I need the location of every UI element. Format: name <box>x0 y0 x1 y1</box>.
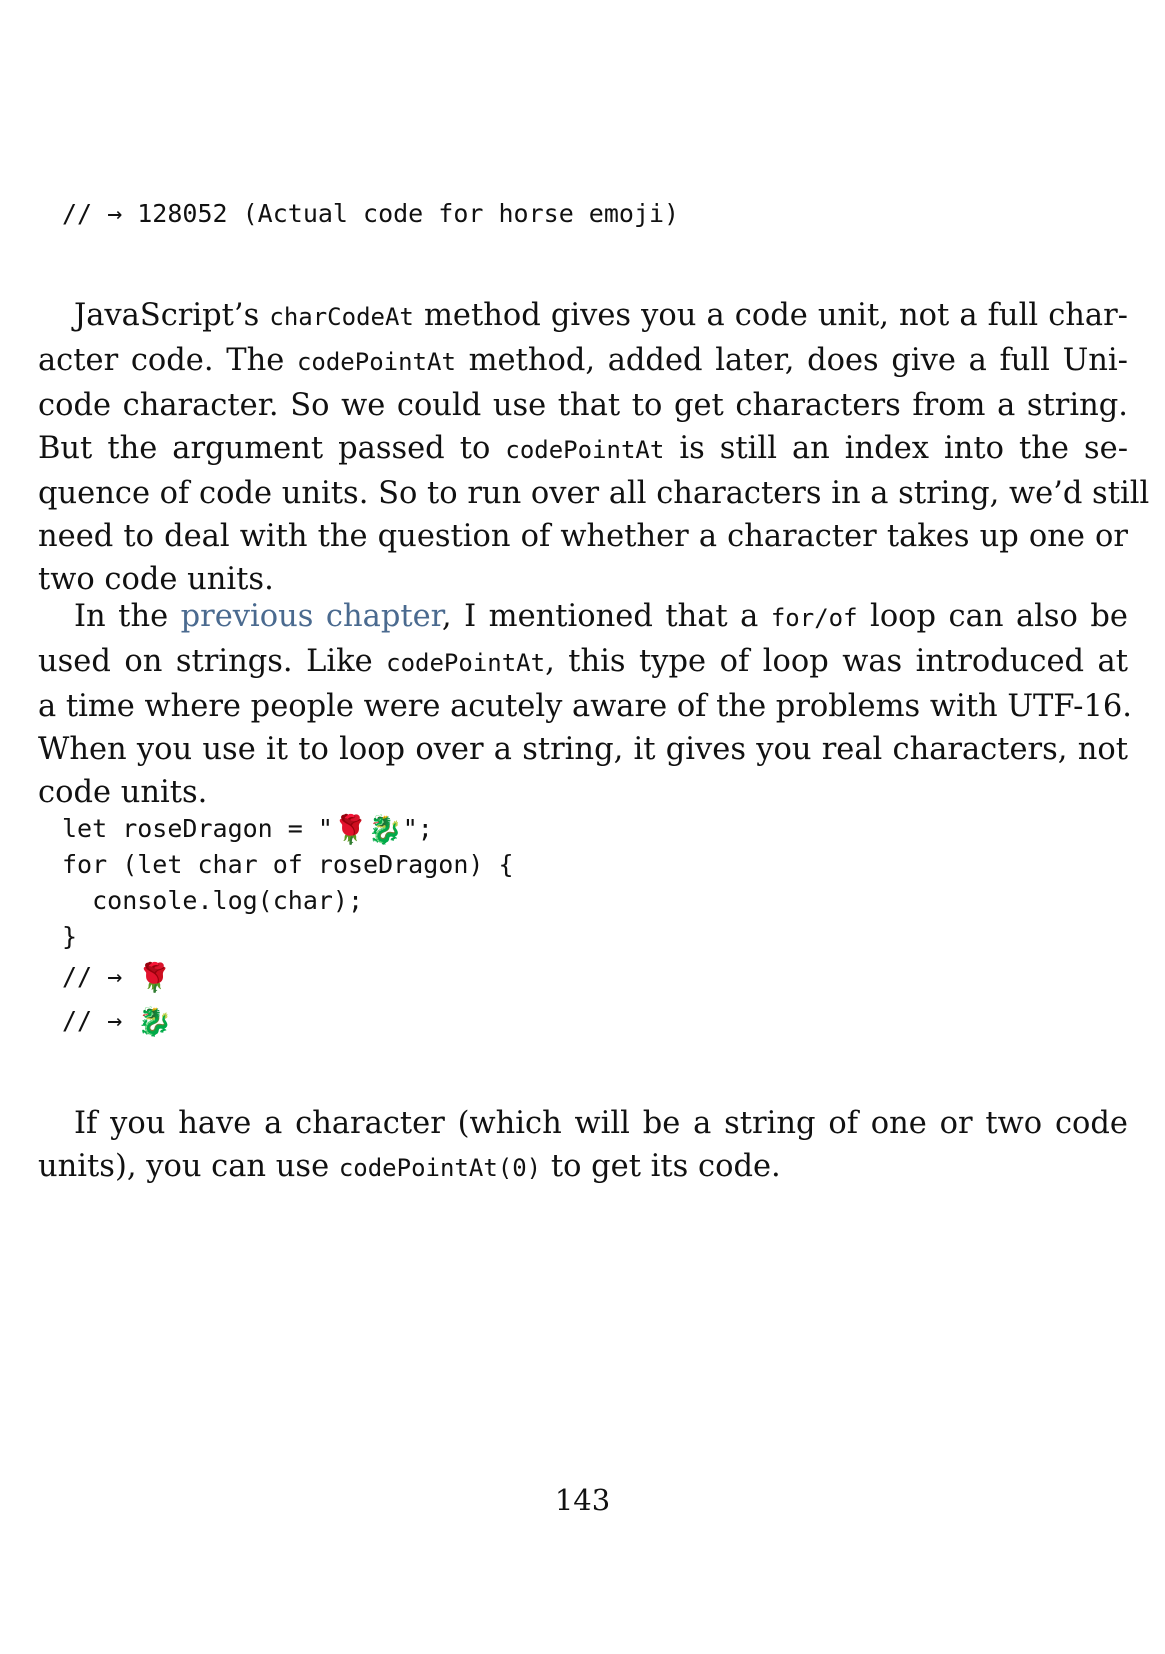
previous-chapter-link[interactable]: previous chapter <box>181 599 442 634</box>
inline-code: charCodeAt <box>269 303 414 331</box>
code-output-rose: // → 🌹 <box>62 958 172 996</box>
text-line: a time where people were acutely aware o… <box>38 685 1132 728</box>
page-number: 143 <box>554 1483 611 1517</box>
rose-emoji-icon: 🌹 <box>137 961 173 994</box>
paragraph-charcodeat: JavaScript’s charCodeAt method gives you… <box>38 294 1149 601</box>
text-span: JavaScript’s <box>74 298 270 333</box>
code-text: let roseDragon = " <box>62 814 333 843</box>
paragraph-for-of: In the previous chapter, I mentioned tha… <box>38 595 1132 814</box>
inline-code: codePointAt <box>386 649 546 677</box>
text-line: If you have a character (which will be a… <box>38 1102 1128 1145</box>
text-span: units), you can use <box>38 1149 339 1184</box>
text-line: In the previous chapter, I mentioned tha… <box>38 595 1128 640</box>
code-line-close-brace: } <box>62 922 78 951</box>
text-span: If you have a character (which will be a… <box>74 1106 1128 1141</box>
inline-code: codePointAt <box>296 348 456 376</box>
text-span: loop can also be <box>857 599 1128 634</box>
text-span: to get its code. <box>541 1149 781 1184</box>
paragraph-codepointat-zero: If you have a character (which will be a… <box>38 1102 1128 1190</box>
text-span: But the argument passed to <box>38 431 506 466</box>
text-line: But the argument passed to codePointAt i… <box>38 427 1128 472</box>
code-text: // → <box>62 1006 138 1035</box>
text-line: code character. So we could use that to … <box>38 384 1128 427</box>
code-text: "; <box>402 814 433 843</box>
text-span: method, added later, does give a full Un… <box>455 343 1128 378</box>
code-line-for-of: for (let char of roseDragon) { <box>62 850 514 879</box>
text-line: need to deal with the question of whethe… <box>38 515 1128 558</box>
text-span: method gives you a code unit, not a full… <box>413 298 1128 333</box>
inline-code: codePointAt(0) <box>338 1154 542 1182</box>
text-line: JavaScript’s charCodeAt method gives you… <box>38 294 1128 339</box>
text-span: , I mentioned that a <box>441 599 771 634</box>
text-span: two code units. <box>38 562 274 597</box>
rose-emoji-icon: 🌹 <box>332 813 368 846</box>
text-line: When you use it to loop over a string, i… <box>38 728 1128 771</box>
code-line-declaration: let roseDragon = "🌹🐉"; <box>62 810 433 848</box>
text-line: units), you can use codePointAt(0) to ge… <box>38 1145 1128 1190</box>
text-span: code character. So we could use that to … <box>38 388 1128 423</box>
text-span: need to deal with the question of whethe… <box>38 519 1128 554</box>
dragon-emoji-icon: 🐉 <box>137 1005 173 1038</box>
dragon-emoji-icon: 🐉 <box>367 813 403 846</box>
inline-code: for/of <box>770 604 858 632</box>
code-line-console-log: console.log(char); <box>62 886 364 915</box>
text-line: code units. <box>38 771 1128 814</box>
text-span: used on strings. Like <box>38 644 387 679</box>
text-span: acter code. The <box>38 343 297 378</box>
text-line: used on strings. Like codePointAt, this … <box>38 640 1128 685</box>
text-span: , this type of loop was introduced at <box>545 644 1128 679</box>
text-line: acter code. The codePointAt method, adde… <box>38 339 1128 384</box>
text-span: When you use it to loop over a string, i… <box>38 732 1128 767</box>
text-span: a time where people were acutely aware o… <box>38 689 1132 724</box>
text-span: is still an index into the se- <box>664 431 1129 466</box>
code-output-line: // → 128052 (Actual code for horse emoji… <box>62 199 680 228</box>
code-text: // → <box>62 962 138 991</box>
code-output-dragon: // → 🐉 <box>62 1002 172 1040</box>
book-page: // → 128052 (Actual code for horse emoji… <box>0 0 1165 1654</box>
text-span: In the <box>74 599 181 634</box>
text-span: quence of code units. So to run over all… <box>38 476 1150 511</box>
text-line: quence of code units. So to run over all… <box>38 472 1149 515</box>
inline-code: codePointAt <box>505 436 665 464</box>
text-span: code units. <box>38 775 208 810</box>
